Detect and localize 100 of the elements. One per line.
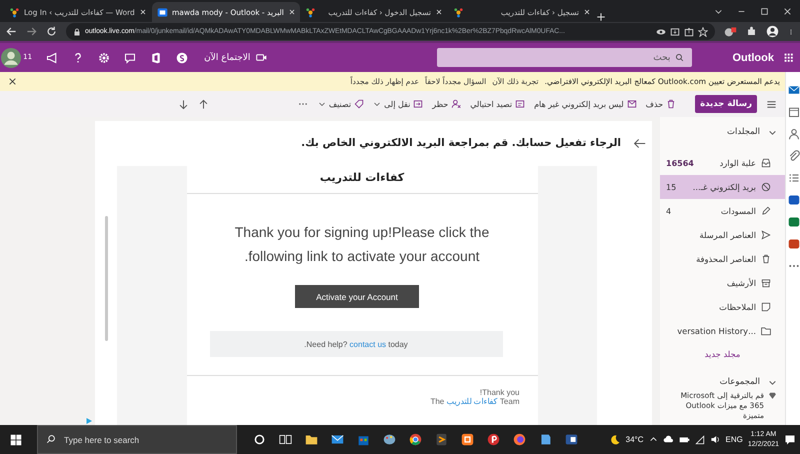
site-logo-icon[interactable] (453, 6, 464, 18)
toolbar-button[interactable]: ليس بريد إلكتروني غير هام (534, 99, 637, 109)
moon-icon[interactable] (608, 434, 621, 446)
app-grid-icon[interactable] (784, 52, 794, 62)
new-message-button[interactable]: رسالة جديدة (695, 95, 757, 113)
caret-icon[interactable] (373, 100, 382, 108)
sign-off-text: !Thank you (478, 387, 520, 397)
menu-icon[interactable] (766, 98, 777, 110)
task-view-icon[interactable] (279, 433, 292, 446)
letter-p-app-icon[interactable] (487, 433, 500, 446)
folder-item[interactable]: العناصر المحذوفة (660, 247, 785, 271)
trash-icon[interactable] (761, 254, 771, 264)
editor-icon[interactable] (435, 433, 448, 446)
pencil-icon[interactable] (761, 206, 771, 216)
feedback-icon[interactable] (124, 52, 136, 64)
folder-icon[interactable] (305, 433, 318, 446)
email-body-line: .following link to activate your account (244, 247, 480, 266)
start-icon[interactable] (10, 434, 22, 446)
install-icon[interactable] (670, 26, 680, 36)
folder-item[interactable]: الأرشيف (660, 271, 785, 295)
cortana-icon[interactable] (253, 433, 266, 446)
note-icon[interactable] (761, 302, 771, 312)
arrow-down-icon[interactable] (178, 98, 189, 110)
archive-icon[interactable] (761, 278, 771, 288)
speaker-icon[interactable] (710, 434, 720, 445)
extension-icon[interactable] (724, 25, 737, 38)
toolbar-button[interactable]: حظر (432, 99, 462, 109)
skype-icon[interactable] (176, 52, 188, 64)
mail-app-icon[interactable] (157, 6, 168, 18)
temperature[interactable]: 34°C (626, 435, 644, 444)
lock-icon[interactable] (73, 28, 81, 36)
toolbar-button[interactable]: حذف (646, 99, 676, 109)
calendar-icon[interactable] (788, 106, 800, 118)
back-arrow-icon[interactable] (633, 136, 646, 150)
mail-icon[interactable] (331, 433, 344, 446)
sender-brand: كفاءات للتدريب (320, 170, 404, 186)
cloud-icon[interactable] (662, 434, 674, 445)
avatar-icon[interactable] (1, 48, 22, 68)
arrow-up-icon[interactable] (198, 98, 209, 110)
site-logo-icon[interactable] (305, 6, 316, 18)
back-icon[interactable] (6, 26, 17, 37)
new-tab-icon[interactable] (596, 12, 606, 22)
profile-icon[interactable] (766, 25, 779, 38)
folder-icon[interactable] (761, 326, 771, 336)
toolbar-button[interactable]: تصيد احتيالي (470, 99, 526, 109)
tag-icon[interactable] (354, 99, 364, 109)
email-body-line: Thank you for signing up!Please click the (234, 223, 490, 242)
taskbar-search-field[interactable]: Type here to search (37, 425, 237, 454)
eye-icon[interactable] (656, 26, 666, 36)
inbox-icon[interactable] (761, 158, 771, 168)
word-icon[interactable] (788, 194, 800, 206)
powerpoint-icon[interactable] (788, 238, 800, 250)
folder-item[interactable]: ...versation History (660, 319, 785, 343)
word-icon[interactable] (565, 433, 578, 446)
toolbar-button[interactable]: نقل إلى (373, 99, 424, 109)
scrollbar-thumb[interactable] (104, 216, 108, 341)
office-icon[interactable] (150, 52, 162, 64)
blocked-icon[interactable] (761, 182, 771, 192)
help-text: .Need help? contact us today (304, 340, 408, 348)
server-icon[interactable] (461, 433, 474, 446)
trash-icon[interactable] (666, 99, 676, 109)
folders-heading[interactable]: المجلدات (727, 127, 760, 137)
notebook-icon[interactable] (539, 433, 552, 446)
star-icon[interactable] (698, 26, 708, 36)
site-logo-icon[interactable] (9, 6, 20, 18)
team-link[interactable]: كفاءات للتدريب (446, 397, 498, 406)
toolbar-button[interactable]: تصنيف (318, 99, 364, 109)
share-icon[interactable] (684, 26, 694, 36)
new-folder-link[interactable]: مجلد جديد (660, 343, 785, 369)
forward-icon[interactable] (26, 26, 37, 37)
search-icon[interactable] (675, 53, 684, 62)
block-person-icon[interactable] (451, 99, 462, 109)
groups-heading[interactable]: المجموعات (720, 377, 760, 387)
folder-move-icon[interactable] (413, 99, 424, 109)
folder-item[interactable]: الملاحظات (660, 295, 785, 319)
megaphone-icon[interactable] (46, 52, 58, 64)
people-icon[interactable] (788, 128, 800, 140)
document-icon[interactable] (515, 99, 526, 109)
caret-icon[interactable] (318, 100, 326, 108)
fox-browser-icon[interactable] (513, 433, 526, 446)
app-name[interactable]: Outlook (732, 52, 774, 64)
input-language[interactable]: ENG (726, 435, 743, 444)
activate-account-button[interactable]: Activate your Account (295, 285, 419, 308)
send-icon[interactable] (761, 230, 771, 240)
paperclip-icon[interactable] (788, 150, 800, 162)
notifications-icon[interactable] (784, 434, 796, 446)
close-icon[interactable] (8, 77, 17, 86)
video-icon[interactable] (256, 52, 268, 63)
envelope-icon[interactable] (626, 99, 637, 109)
browser-icon[interactable] (409, 433, 422, 446)
folder-item[interactable]: العناصر المرسلة (660, 223, 785, 247)
maximize-icon[interactable] (760, 7, 769, 16)
settings-icon[interactable] (98, 52, 110, 64)
reload-icon[interactable] (46, 26, 57, 37)
network-icon[interactable] (694, 434, 704, 444)
meet-now-button[interactable]: الاجتماع الآن (204, 52, 268, 63)
search-icon[interactable] (46, 434, 56, 444)
excel-icon[interactable] (788, 216, 800, 228)
search-field[interactable]: بحث (437, 48, 692, 67)
checklist-icon[interactable] (788, 172, 800, 184)
